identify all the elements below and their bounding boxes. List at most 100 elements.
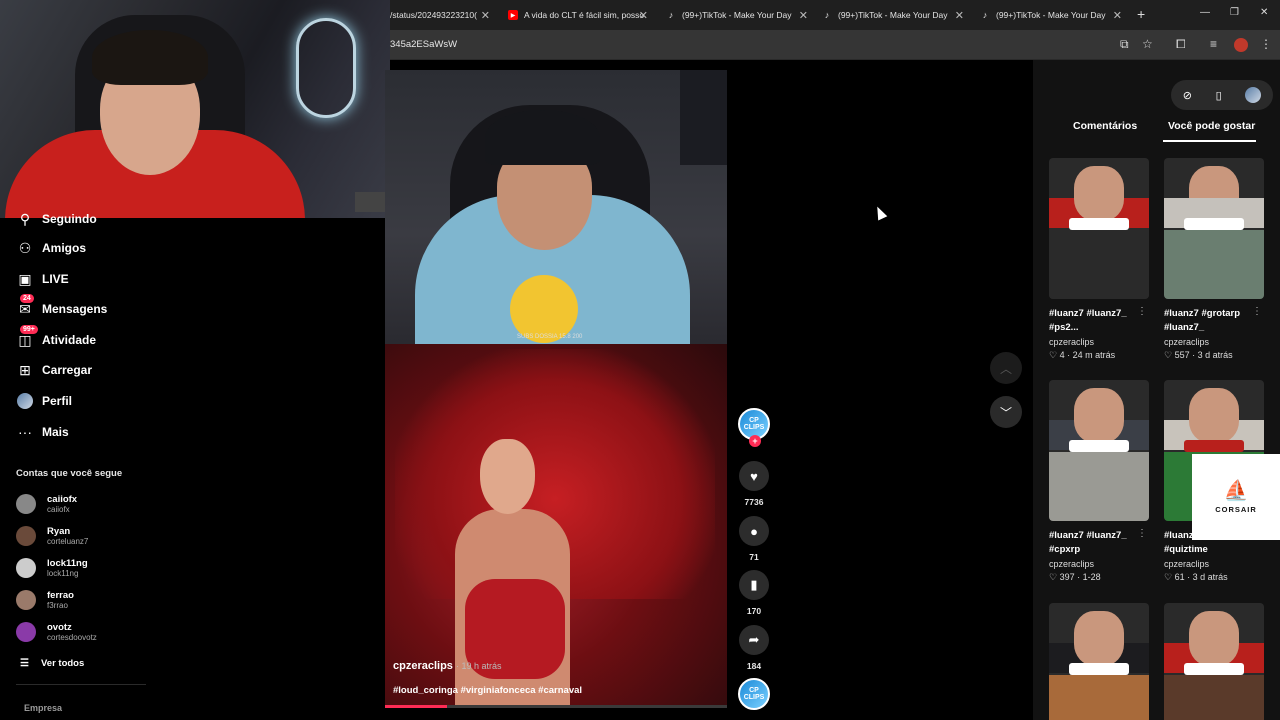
sidebar-item-carregar[interactable]: ⊞ Carregar bbox=[16, 359, 92, 381]
phone-icon[interactable]: ▯ bbox=[1216, 89, 1222, 102]
heart-icon: ♥ bbox=[739, 461, 769, 491]
save-count: 170 bbox=[746, 606, 762, 616]
minimize-icon[interactable]: — bbox=[1200, 7, 1210, 18]
smiley-print bbox=[510, 275, 578, 343]
browser-tab[interactable]: ▶ A vida do CLT é fácil sim, posso ✕ bbox=[508, 0, 648, 30]
url-text[interactable]: 345a2ESaWsW bbox=[390, 39, 457, 50]
panel-tabs: Comentários Você pode gostar bbox=[1033, 120, 1280, 142]
video-card[interactable]: #luanz7 #luanz7_ #ps2... ⋮ cpzeraclips ♡… bbox=[1049, 158, 1151, 361]
sidebar-item-amigos[interactable]: ⚇ Amigos bbox=[16, 237, 86, 259]
list-icon: ☰ bbox=[20, 658, 29, 669]
sidebar-item-mensagens[interactable]: ✉ 24 Mensagens bbox=[16, 294, 107, 320]
active-tab-indicator bbox=[1163, 140, 1256, 142]
video-card[interactable]: #luanz7 #grotarp #luanz7_ ⋮ cpzeraclips … bbox=[1164, 158, 1266, 361]
more-options-icon[interactable]: ⋮ bbox=[1137, 306, 1147, 317]
corsair-sails-icon: ⛵ bbox=[1223, 479, 1249, 502]
tab-comentarios[interactable]: Comentários bbox=[1073, 120, 1137, 132]
close-window-icon[interactable]: ✕ bbox=[1260, 7, 1268, 18]
sidebar-item-atividade[interactable]: ◫ 99+ Atividade bbox=[16, 325, 96, 351]
tab-voce-pode-gostar[interactable]: Você pode gostar bbox=[1168, 120, 1255, 132]
next-video-button[interactable]: ﹀ bbox=[990, 396, 1022, 428]
account-item[interactable]: caiiofx caiiofx bbox=[16, 491, 77, 517]
like-button[interactable]: ♥ 7736 bbox=[738, 461, 770, 507]
video-author[interactable]: cpzeraclips · 19 h atrás bbox=[393, 660, 502, 672]
see-all-link[interactable]: ☰ Ver todos bbox=[20, 658, 84, 669]
close-tab-icon[interactable]: ✕ bbox=[1113, 0, 1122, 30]
messages-badge: 24 bbox=[20, 294, 34, 303]
menu-dots-icon[interactable]: ⋮ bbox=[1260, 37, 1272, 51]
mouse-cursor-icon bbox=[872, 204, 888, 221]
video-card[interactable] bbox=[1049, 603, 1151, 720]
video-time: · 19 h atrás bbox=[455, 661, 502, 671]
activity-badge: 99+ bbox=[20, 325, 38, 334]
sidebar-item-live[interactable]: ▣ LIVE bbox=[16, 268, 68, 290]
media-icon[interactable]: ≡ bbox=[1210, 37, 1217, 51]
following-icon: ⚲ bbox=[19, 210, 31, 227]
video-player[interactable]: SUBS DOSSIA 15.8 200 cpzeraclips · 19 h … bbox=[385, 70, 727, 708]
sidebar-item-seguindo[interactable]: ⚲ Seguindo bbox=[16, 208, 97, 230]
sidebar-item-perfil[interactable]: Perfil bbox=[16, 390, 72, 412]
heart-icon: ♡ bbox=[1049, 350, 1058, 360]
video-thumbnail[interactable] bbox=[1164, 603, 1264, 720]
avatar bbox=[16, 558, 36, 578]
avatar bbox=[16, 526, 36, 546]
streamer-hair bbox=[92, 30, 208, 85]
comment-icon: ● bbox=[739, 516, 769, 546]
sidebar-item-mais[interactable]: ··· Mais bbox=[16, 421, 69, 443]
bookmark-icon: ▮ bbox=[739, 570, 769, 600]
like-count: 7736 bbox=[744, 497, 764, 507]
close-tab-icon[interactable]: ✕ bbox=[799, 0, 808, 30]
video-thumbnail[interactable] bbox=[1164, 158, 1264, 299]
video-card[interactable] bbox=[1164, 603, 1266, 720]
share-count: 184 bbox=[746, 661, 762, 671]
more-options-icon[interactable]: ⋮ bbox=[1252, 306, 1262, 317]
tiktok-icon: ♪ bbox=[668, 10, 674, 20]
avatar bbox=[16, 622, 36, 642]
previous-video-button[interactable]: ︿ bbox=[990, 352, 1022, 384]
video-chat-overlay bbox=[680, 70, 727, 165]
activity-icon: ◫ 99+ bbox=[16, 325, 38, 349]
follow-plus-icon[interactable]: + bbox=[749, 435, 761, 447]
video-thumbnail[interactable] bbox=[1049, 158, 1149, 299]
profile-avatar-icon[interactable] bbox=[1234, 38, 1248, 52]
extensions-icon[interactable]: ⧠ bbox=[1176, 37, 1186, 52]
video-progress-fill bbox=[385, 705, 447, 708]
browser-tab[interactable]: ♪ (99+)TikTok - Make Your Day ✕ bbox=[822, 0, 964, 30]
video-hashtags[interactable]: #loud_coringa #virginiafonceca #carnaval bbox=[393, 685, 582, 696]
heart-icon: ♡ bbox=[1164, 350, 1173, 360]
share-button[interactable]: ➦ 184 bbox=[738, 625, 770, 671]
close-tab-icon[interactable]: ✕ bbox=[639, 0, 648, 30]
profile-avatar[interactable] bbox=[1245, 87, 1262, 103]
music-disc-icon: CP CLIPS bbox=[738, 678, 770, 710]
browser-tab[interactable]: /status/202493223210( ✕ bbox=[390, 0, 490, 30]
footer-empresa-link[interactable]: Empresa bbox=[24, 703, 62, 713]
video-progress-bar[interactable] bbox=[385, 705, 727, 708]
music-disc-button[interactable]: CP CLIPS bbox=[738, 678, 770, 710]
video-thumbnail[interactable] bbox=[1049, 380, 1149, 521]
install-app-icon[interactable]: ⧉ bbox=[1120, 37, 1129, 52]
new-tab-button[interactable]: + bbox=[1137, 6, 1145, 22]
profile-icon bbox=[16, 392, 34, 410]
creator-avatar-button[interactable]: CP CLIPS + bbox=[738, 408, 770, 447]
video-thumbnail[interactable] bbox=[1049, 603, 1149, 720]
webcam-overlay bbox=[0, 0, 390, 218]
browser-tab[interactable]: ♪ (99+)TikTok - Make Your Day ✕ bbox=[666, 0, 808, 30]
address-bar[interactable]: 345a2ESaWsW ⧉ ☆ ⧠ ≡ ⋮ bbox=[390, 30, 1280, 60]
account-item[interactable]: ovotz cortesdoovotz bbox=[16, 619, 97, 645]
comment-button[interactable]: ● 71 bbox=[738, 516, 770, 562]
video-card[interactable]: #luanz7 #luanz7_ #cpxrp ⋮ cpzeraclips ♡ … bbox=[1049, 380, 1151, 583]
save-button[interactable]: ▮ 170 bbox=[738, 570, 770, 616]
close-tab-icon[interactable]: ✕ bbox=[481, 0, 490, 30]
video-cap bbox=[485, 110, 600, 165]
close-tab-icon[interactable]: ✕ bbox=[955, 0, 964, 30]
divider bbox=[16, 684, 146, 685]
account-item[interactable]: ferrao f3rrao bbox=[16, 587, 74, 613]
compass-icon[interactable]: ⊘ bbox=[1183, 89, 1192, 102]
account-item[interactable]: Ryan corteluanz7 bbox=[16, 523, 88, 549]
browser-tab[interactable]: ♪ (99+)TikTok - Make Your Day ✕ bbox=[980, 0, 1122, 30]
more-options-icon[interactable]: ⋮ bbox=[1137, 528, 1147, 539]
bookmark-star-icon[interactable]: ☆ bbox=[1142, 37, 1153, 51]
account-item[interactable]: lock11ng lock11ng bbox=[16, 555, 88, 581]
restore-icon[interactable]: ❐ bbox=[1230, 7, 1239, 18]
heart-icon: ♡ bbox=[1049, 572, 1058, 582]
